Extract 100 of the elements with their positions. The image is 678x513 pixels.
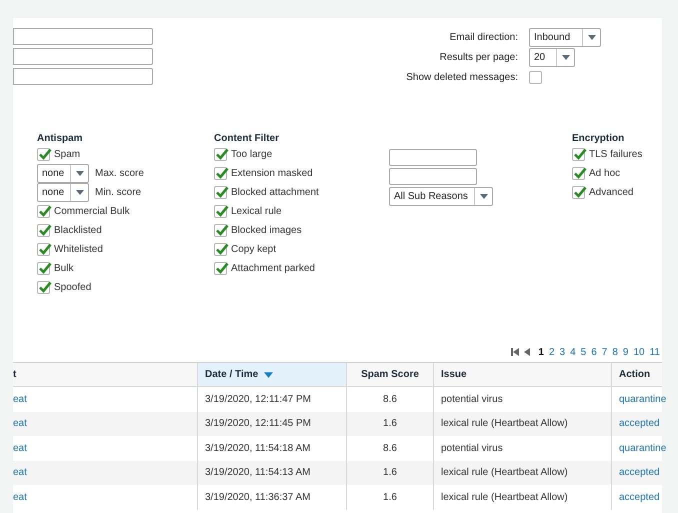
checkmark-icon [38, 223, 52, 237]
page-link[interactable]: 6 [591, 344, 597, 360]
checkbox[interactable] [572, 148, 585, 161]
score-label: Min. score [95, 186, 142, 200]
input-field[interactable] [13, 68, 153, 85]
table-cell-text: 1.6 [383, 466, 397, 480]
table-cell-text: lexical rule (Heartbeat Allow) [441, 417, 568, 432]
option-label: Results per page: [438, 51, 519, 65]
section-title: Content Filter [214, 133, 280, 145]
checkbox[interactable] [214, 205, 227, 218]
checkmark-icon [215, 261, 229, 275]
option-label: Show deleted messages: [405, 71, 519, 85]
checkbox-label: Too large [231, 148, 272, 162]
checkmark-icon [215, 204, 229, 218]
table-link[interactable]: accepted [619, 416, 660, 432]
checkbox-label: Blacklisted [54, 224, 102, 238]
table-link[interactable]: quarantine [619, 392, 666, 407]
section-title: Antispam [37, 133, 84, 145]
checkbox[interactable] [214, 243, 227, 256]
column-header[interactable]: Issue [433, 363, 611, 386]
checkbox[interactable] [572, 167, 585, 180]
table-link[interactable]: accepted [619, 490, 660, 505]
checkmark-icon [38, 280, 52, 294]
score-label: Max. score [95, 167, 144, 181]
checkbox-label: Whitelisted [54, 243, 103, 257]
checkbox[interactable] [37, 281, 50, 294]
checkbox[interactable] [529, 71, 542, 84]
dropdown-value: All Sub Reasons [393, 190, 469, 204]
input-field[interactable] [13, 28, 153, 45]
checkmark-icon [215, 242, 229, 256]
table-link[interactable]: quarantine [619, 440, 666, 456]
checkbox[interactable] [37, 224, 50, 237]
page-link[interactable]: 3 [560, 344, 566, 360]
checkmark-icon [573, 185, 587, 199]
table-link[interactable]: eat [13, 465, 27, 480]
table-cell-text: 3/19/2020, 11:54:13 AM [205, 466, 310, 480]
column-header[interactable]: t [13, 363, 197, 386]
section-title: Encryption [572, 133, 626, 145]
page-link[interactable]: 7 [602, 344, 608, 360]
checkbox-label: Blocked images [231, 224, 302, 238]
checkbox[interactable] [37, 205, 50, 218]
dropdown[interactable]: none [37, 183, 89, 202]
page-link[interactable]: 11 [650, 344, 660, 360]
column-header[interactable]: Spam Score [346, 363, 433, 386]
first-page-icon[interactable] [511, 348, 520, 356]
page-link[interactable]: 5 [580, 344, 586, 360]
checkbox-label: Bulk [54, 262, 74, 276]
table-cell-text: 1.6 [383, 417, 397, 432]
caret-icon [562, 55, 570, 60]
checkbox-label: Advanced [589, 186, 634, 200]
checkbox[interactable] [214, 224, 227, 237]
checkbox-label: Extension masked [231, 167, 313, 181]
caret-icon [76, 171, 84, 176]
table-link[interactable]: eat [13, 440, 27, 456]
checkmark-icon [38, 261, 52, 275]
input-field[interactable] [389, 168, 477, 185]
table-link[interactable]: eat [13, 392, 27, 407]
checkbox[interactable] [214, 262, 227, 275]
checkbox[interactable] [37, 262, 50, 275]
page-link[interactable]: 2 [548, 344, 555, 360]
page-link[interactable]: 1 [538, 344, 544, 360]
table-cell-text: 3/19/2020, 12:11:45 PM [205, 417, 312, 432]
previous-page-icon[interactable] [524, 348, 530, 356]
page-link[interactable]: 8 [612, 344, 618, 360]
column-header[interactable]: Action [611, 363, 662, 386]
table-link[interactable]: accepted [619, 465, 660, 480]
table-link[interactable]: eat [13, 490, 27, 505]
checkbox-label: Ad hoc [589, 167, 620, 181]
checkbox-label: Attachment parked [231, 262, 315, 276]
checkbox-label: TLS failures [589, 148, 642, 162]
column-header[interactable]: Date / Time [197, 363, 346, 386]
table-link[interactable]: eat [13, 416, 27, 432]
checkmark-icon [38, 242, 52, 256]
checkbox[interactable] [37, 243, 50, 256]
checkbox[interactable] [572, 186, 585, 199]
page-link[interactable]: 9 [622, 344, 628, 360]
dropdown[interactable]: none [37, 164, 89, 183]
checkmark-icon [215, 166, 229, 180]
checkbox[interactable] [214, 167, 227, 180]
input-field[interactable] [389, 149, 477, 166]
checkbox-label: Spam [54, 148, 80, 162]
input-field[interactable] [13, 48, 153, 65]
caret-icon [76, 190, 84, 195]
dropdown-value: 20 [533, 51, 546, 65]
checkbox[interactable] [214, 148, 227, 161]
checkmark-icon [38, 147, 52, 161]
table-cell-text: 3/19/2020, 11:54:18 AM [205, 442, 310, 456]
table-cell-text: 3/19/2020, 12:11:47 PM [205, 392, 312, 407]
checkmark-icon [215, 223, 229, 237]
dropdown[interactable]: All Sub Reasons [389, 187, 493, 206]
checkbox[interactable] [37, 148, 50, 161]
table-cell-text: lexical rule (Heartbeat Allow) [441, 490, 568, 505]
page-link[interactable]: 4 [570, 344, 576, 360]
checkbox[interactable] [214, 186, 227, 199]
sort-descending-icon [264, 372, 274, 378]
checkmark-icon [215, 147, 229, 161]
checkmark-icon [215, 185, 229, 199]
dropdown[interactable]: 20 [529, 48, 575, 67]
dropdown[interactable]: Inbound [529, 28, 601, 47]
page-link[interactable]: 10 [633, 344, 645, 360]
